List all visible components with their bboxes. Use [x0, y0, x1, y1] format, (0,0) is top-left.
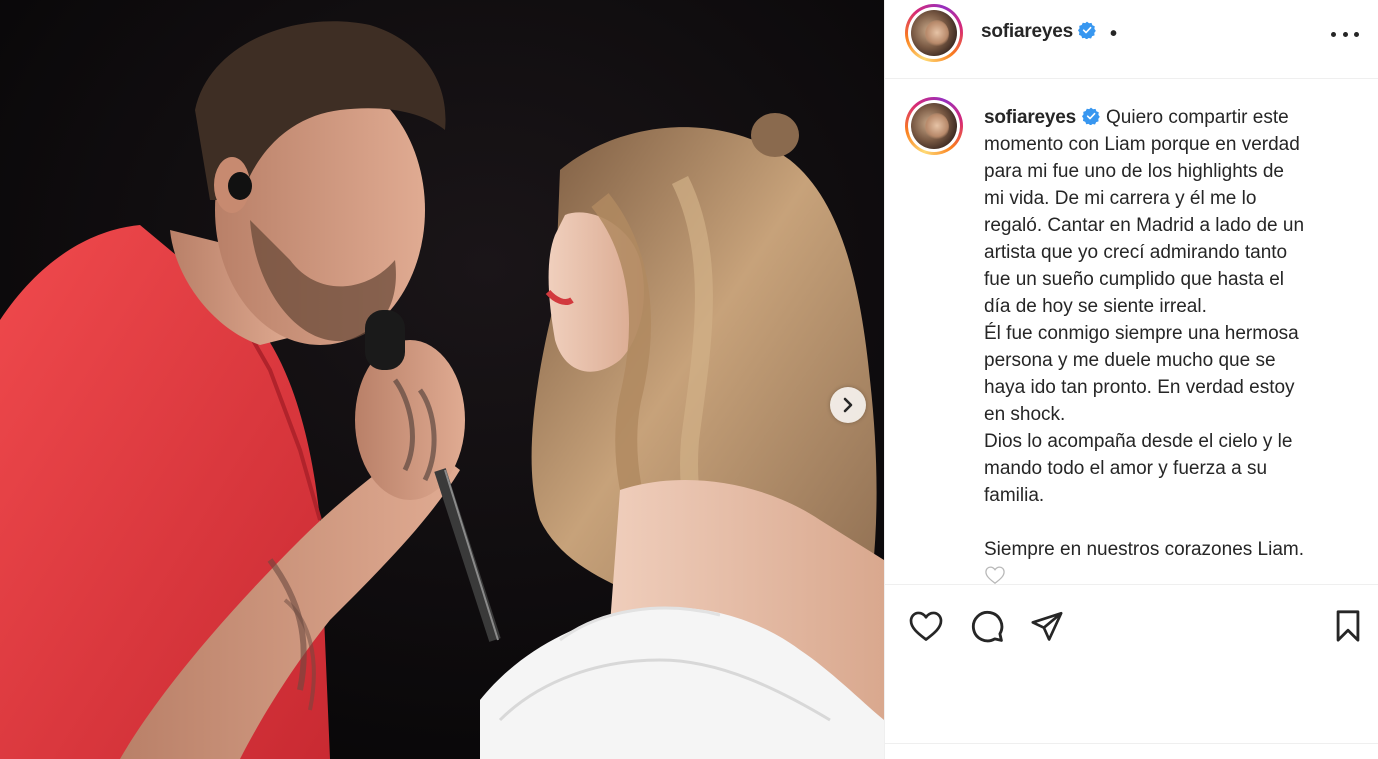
- comment-button[interactable]: [968, 607, 1006, 645]
- bookmark-icon: [1336, 610, 1360, 642]
- caption-line: persona y me duele mucho que se: [984, 350, 1276, 371]
- post-media[interactable]: [0, 0, 884, 759]
- white-heart-emoji-icon: [985, 566, 1005, 584]
- caption-line: mando todo el amor y fuerza a su: [984, 458, 1268, 479]
- panel-bottom-divider: [885, 743, 1378, 744]
- caption-line: haya ido tan pronto. En verdad estoy: [984, 377, 1295, 398]
- caption-avatar[interactable]: [905, 97, 963, 155]
- chevron-right-icon: [843, 397, 853, 413]
- comment-icon: [971, 610, 1004, 643]
- share-icon: [1031, 611, 1063, 641]
- caption-line: Él fue conmigo siempre una hermosa: [984, 323, 1299, 344]
- caption-line: día de hoy se siente irreal.: [984, 296, 1207, 317]
- caption-line: familia.: [984, 485, 1045, 506]
- verified-badge-icon: [1082, 107, 1100, 125]
- caption-line: para mi fue uno de los highlights de: [984, 161, 1284, 182]
- caption-line: Dios lo acompaña desde el cielo y le: [984, 431, 1293, 452]
- header-separator: •: [1110, 23, 1118, 45]
- caption-line: Siempre en nuestros corazones Liam.: [984, 539, 1304, 560]
- caption-line: regaló. Cantar en Madrid a lado de un: [984, 215, 1305, 236]
- share-button[interactable]: [1028, 607, 1066, 645]
- header-username[interactable]: sofiareyes: [981, 21, 1096, 43]
- caption-line: en shock.: [984, 404, 1066, 425]
- like-button[interactable]: [907, 607, 945, 645]
- save-button[interactable]: [1329, 607, 1367, 645]
- caption-line: mi vida. De mi carrera y él me lo: [984, 188, 1257, 209]
- caption-line: fue un sueño cumplido que hasta el: [984, 269, 1284, 290]
- caption-line: Quiero compartir este: [1106, 107, 1289, 128]
- heart-icon: [909, 611, 943, 641]
- post-actions-bar: [885, 584, 1378, 664]
- verified-badge-icon: [1078, 21, 1096, 39]
- post-header: sofiareyes •: [885, 0, 1378, 79]
- caption-username[interactable]: sofiareyes: [984, 107, 1076, 128]
- post-details-panel: sofiareyes • sofiareyes Quiero compartir…: [884, 0, 1378, 759]
- caption-line: artista que yo crecí admirando tanto: [984, 242, 1288, 263]
- profile-avatar[interactable]: [905, 4, 963, 62]
- post-photo: [0, 0, 884, 759]
- caption-section: sofiareyes Quiero compartir este momento…: [885, 80, 1378, 584]
- more-options-icon: [1331, 31, 1336, 37]
- next-image-button[interactable]: [830, 387, 866, 423]
- more-options-button[interactable]: [1331, 22, 1359, 46]
- username-text[interactable]: sofiareyes: [981, 21, 1073, 42]
- caption-text: sofiareyes Quiero compartir este momento…: [984, 104, 1354, 584]
- caption-line: momento con Liam porque en verdad: [984, 134, 1300, 155]
- caption-blank-line: [984, 509, 1354, 536]
